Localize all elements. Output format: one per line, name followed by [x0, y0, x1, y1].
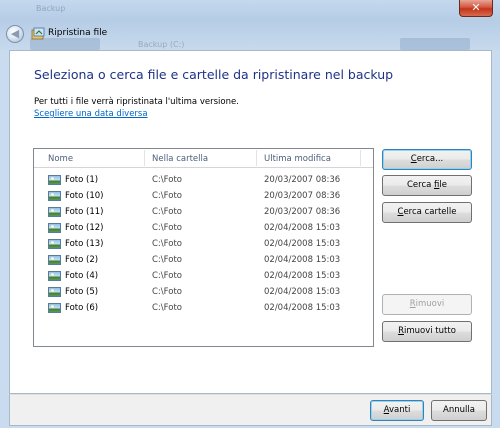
list-item[interactable]: Foto (10) C:\Foto 20/03/2007 08:36 [34, 189, 373, 205]
list-item[interactable]: Foto (2) C:\Foto 02/04/2008 15:03 [34, 253, 373, 269]
background-window-text-2: Backup (C:) [138, 40, 185, 49]
list-item[interactable]: Foto (11) C:\Foto 20/03/2007 08:36 [34, 205, 373, 221]
file-folder: C:\Foto [152, 191, 182, 201]
file-name: Foto (13) [65, 239, 104, 249]
file-name: Foto (11) [65, 207, 104, 217]
file-folder: C:\Foto [152, 175, 182, 185]
file-modified: 20/03/2007 08:36 [264, 191, 341, 201]
file-folder: C:\Foto [152, 207, 182, 217]
column-separator [256, 150, 257, 166]
file-name: Foto (6) [65, 303, 99, 313]
remove-all-button[interactable]: Rimuovi tutto [382, 321, 472, 342]
list-item[interactable]: Foto (4) C:\Foto 02/04/2008 15:03 [34, 269, 373, 285]
search-folders-button[interactable]: Cerca cartelle [382, 202, 472, 223]
restore-note: Per tutti i file verrà ripristinata l'ul… [34, 97, 239, 107]
file-folder: C:\Foto [152, 287, 182, 297]
list-item[interactable]: Foto (12) C:\Foto 02/04/2008 15:03 [34, 221, 373, 237]
file-modified: 02/04/2008 15:03 [264, 223, 341, 233]
file-folder: C:\Foto [152, 303, 182, 313]
file-modified: 20/03/2007 08:36 [264, 207, 341, 217]
window-frame: Backup Backup (C:) [0, 0, 500, 50]
file-name: Foto (5) [65, 287, 99, 297]
file-name: Foto (4) [65, 271, 99, 281]
file-folder: C:\Foto [152, 223, 182, 233]
column-separator [360, 150, 361, 166]
window-title: Ripristina file [48, 28, 108, 38]
choose-date-link[interactable]: Scegliere una data diversa [34, 109, 148, 119]
column-separator [144, 150, 145, 166]
search-button[interactable]: Cerca... [382, 149, 472, 170]
content-panel: Seleziona o cerca file e cartelle da rip… [9, 50, 492, 394]
file-modified: 02/04/2008 15:03 [264, 303, 341, 313]
search-files-button[interactable]: Cerca file [382, 175, 472, 196]
back-button[interactable]: ◀ [6, 25, 24, 43]
list-item[interactable]: Foto (5) C:\Foto 02/04/2008 15:03 [34, 285, 373, 301]
remove-label-rest: imuovi [415, 299, 445, 309]
page-title: Seleziona o cerca file e cartelle da rip… [34, 67, 394, 82]
image-file-icon [48, 303, 61, 313]
next-button[interactable]: Avanti [370, 400, 424, 421]
file-name: Foto (10) [65, 191, 104, 201]
background-window-bar-2 [400, 38, 470, 50]
file-name: Foto (2) [65, 255, 99, 265]
list-header: Nome Nella cartella Ultima modifica [34, 149, 373, 168]
file-folder: C:\Foto [152, 255, 182, 265]
image-file-icon [48, 271, 61, 281]
remove-button[interactable]: Rimuovi [382, 294, 472, 315]
file-modified: 02/04/2008 15:03 [264, 255, 341, 265]
back-arrow-icon: ◀ [10, 27, 20, 40]
close-icon: ✕ [471, 1, 481, 14]
list-item[interactable]: Foto (1) C:\Foto 20/03/2007 08:36 [34, 173, 373, 189]
image-file-icon [48, 191, 61, 201]
image-file-icon [48, 175, 61, 185]
close-button[interactable]: ✕ [459, 0, 493, 17]
column-header-name[interactable]: Nome [48, 154, 73, 164]
image-file-icon [48, 255, 61, 265]
file-list[interactable]: Nome Nella cartella Ultima modifica Foto… [33, 148, 374, 347]
column-header-folder[interactable]: Nella cartella [152, 154, 208, 164]
list-item[interactable]: Foto (6) C:\Foto 02/04/2008 15:03 [34, 301, 373, 317]
next-label-rest: vanti [389, 405, 411, 415]
file-modified: 02/04/2008 15:03 [264, 287, 341, 297]
background-window-text: Backup [36, 4, 66, 13]
cancel-button[interactable]: Annulla [431, 400, 487, 421]
search-button-label-rest: erca... [416, 154, 444, 164]
column-header-modified[interactable]: Ultima modifica [264, 154, 331, 164]
footer-bar: Avanti Annulla [9, 394, 492, 426]
image-file-icon [48, 239, 61, 249]
file-modified: 20/03/2007 08:36 [264, 175, 341, 185]
search-files-label: Cerca [406, 180, 435, 190]
file-folder: C:\Foto [152, 271, 182, 281]
file-modified: 02/04/2008 15:03 [264, 271, 341, 281]
image-file-icon [48, 207, 61, 217]
file-folder: C:\Foto [152, 239, 182, 249]
remove-all-label-rest: imuovi tutto [403, 326, 456, 336]
file-name: Foto (1) [65, 175, 99, 185]
file-name: Foto (12) [65, 223, 104, 233]
search-folders-label-rest: erca cartelle [403, 207, 457, 217]
image-file-icon [48, 223, 61, 233]
search-files-label-rest: ile [439, 180, 447, 190]
restore-files-icon [31, 27, 45, 40]
file-modified: 02/04/2008 15:03 [264, 239, 341, 249]
image-file-icon [48, 287, 61, 297]
list-item[interactable]: Foto (13) C:\Foto 02/04/2008 15:03 [34, 237, 373, 253]
